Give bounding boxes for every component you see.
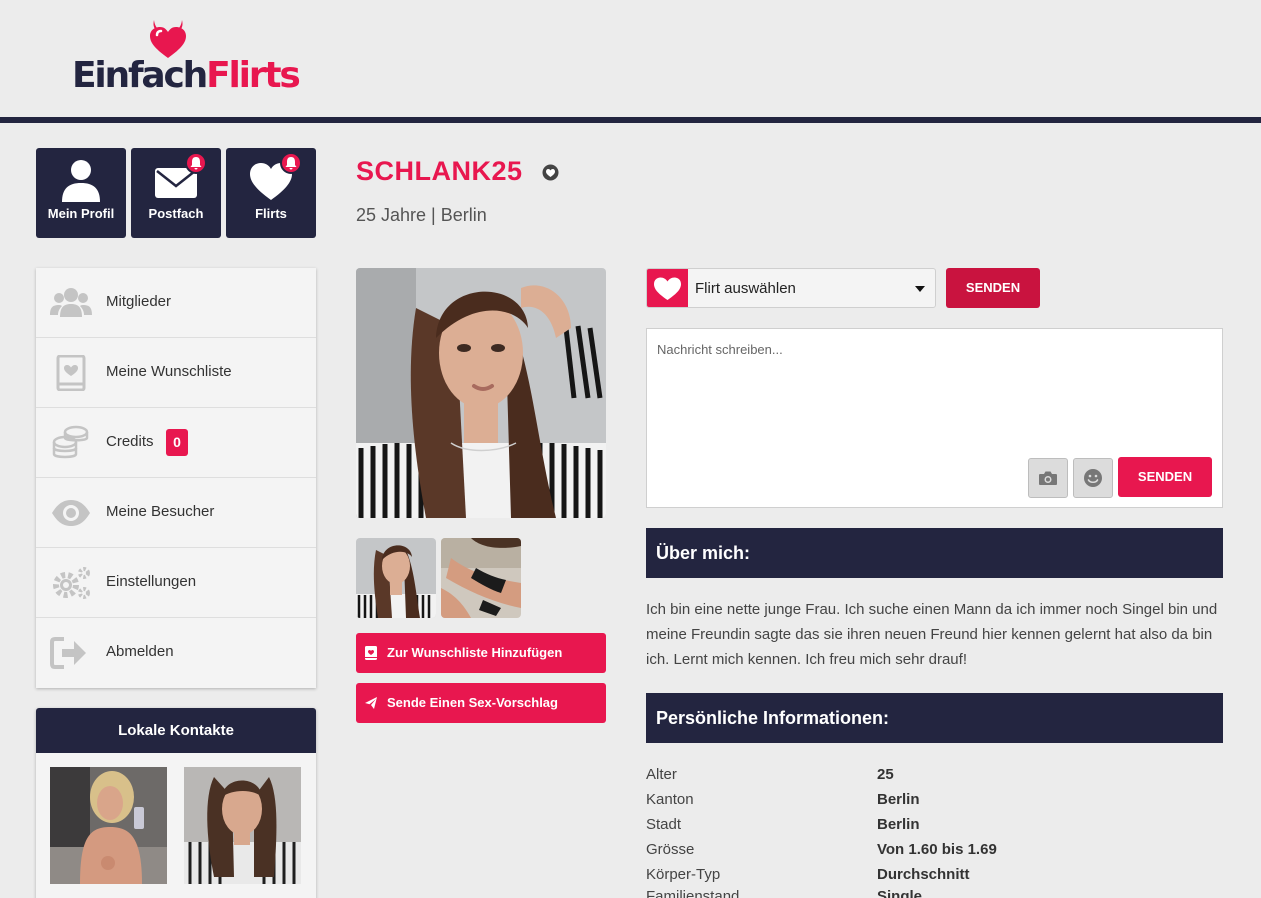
- info-key: Grösse: [646, 841, 695, 858]
- users-icon: [50, 288, 92, 317]
- nav-tile-mein-profil[interactable]: Mein Profil: [36, 148, 126, 238]
- coins-icon: [52, 425, 89, 459]
- devil-heart-logo-icon: [150, 20, 186, 58]
- info-key: Familienstand: [646, 888, 740, 898]
- info-value: 25: [877, 766, 894, 783]
- info-row: Familienstand Single: [646, 884, 1223, 898]
- chevron-down-icon: [915, 286, 925, 292]
- sidebar-item-label: Abmelden: [106, 643, 174, 660]
- camera-icon: [1039, 471, 1057, 485]
- contact-thumbnail[interactable]: [184, 767, 301, 884]
- sidebar-item-label: Meine Besucher: [106, 503, 215, 520]
- user-icon: [62, 160, 100, 202]
- nav-tile-label: Postfach: [148, 206, 204, 221]
- nav-tile-label: Flirts: [255, 206, 287, 221]
- heart-icon: [654, 277, 681, 300]
- sidebar-item-label: Meine Wunschliste: [106, 363, 232, 380]
- flirt-select-dropdown[interactable]: Flirt auswählen: [646, 268, 936, 308]
- smiley-icon: [1084, 469, 1102, 487]
- sidebar-item-besucher[interactable]: Meine Besucher: [36, 478, 316, 548]
- info-key: Kanton: [646, 791, 694, 808]
- local-contacts-title: Lokale Kontakte: [36, 708, 316, 753]
- nav-tile-label: Mein Profil: [47, 206, 115, 221]
- sidebar-item-credits[interactable]: Credits 0: [36, 408, 316, 478]
- send-proposal-button[interactable]: Sende Einen Sex-Vorschlag: [356, 683, 606, 723]
- info-value: Berlin: [877, 791, 920, 808]
- send-proposal-label: Sende Einen Sex-Vorschlag: [387, 695, 558, 710]
- paper-plane-icon: [365, 697, 377, 709]
- favorite-heart-icon[interactable]: [542, 164, 559, 181]
- notification-bell-icon: [280, 152, 302, 174]
- message-textarea[interactable]: Nachricht schreiben... SENDEN: [646, 328, 1223, 508]
- info-value: Single: [877, 888, 923, 898]
- attach-photo-button[interactable]: [1028, 458, 1068, 498]
- logout-icon: [50, 637, 86, 669]
- info-key: Stadt: [646, 816, 682, 833]
- message-send-button[interactable]: SENDEN: [1118, 457, 1212, 497]
- sidebar-menu: Mitglieder Meine Wunschliste Credits 0 M…: [36, 268, 316, 688]
- info-row: Stadt Berlin: [646, 812, 1223, 837]
- info-value: Von 1.60 bis 1.69: [877, 841, 997, 858]
- sidebar-item-mitglieder[interactable]: Mitglieder: [36, 268, 316, 338]
- sidebar-item-abmelden[interactable]: Abmelden: [36, 618, 316, 688]
- sidebar-item-label: Credits: [106, 433, 154, 450]
- profile-photo-thumbnail[interactable]: [356, 538, 436, 618]
- emoji-button[interactable]: [1073, 458, 1113, 498]
- site-logo[interactable]: EinfachFlirts: [72, 18, 302, 98]
- sidebar-item-label: Einstellungen: [106, 573, 197, 590]
- flirt-heart-box: [647, 269, 688, 307]
- wishlist-book-icon: [56, 355, 86, 391]
- profile-age-city: 25 Jahre | Berlin: [356, 205, 487, 225]
- info-value: Berlin: [877, 816, 920, 833]
- local-contacts-panel: Lokale Kontakte: [36, 708, 316, 898]
- nav-tile-flirts[interactable]: Flirts: [226, 148, 316, 238]
- about-section-title: Über mich:: [646, 528, 1223, 578]
- info-row: Alter 25: [646, 762, 1223, 787]
- add-to-wishlist-button[interactable]: Zur Wunschliste Hinzufügen: [356, 633, 606, 673]
- add-to-wishlist-label: Zur Wunschliste Hinzufügen: [387, 645, 563, 660]
- credits-count-badge: 0: [166, 429, 188, 456]
- logo-wordmark: EinfachFlirts: [72, 55, 301, 96]
- message-placeholder: Nachricht schreiben...: [657, 342, 783, 357]
- info-key: Alter: [646, 766, 677, 783]
- sidebar-item-label: Mitglieder: [106, 293, 172, 310]
- sidebar-item-wunschliste[interactable]: Meine Wunschliste: [36, 338, 316, 408]
- notification-bell-icon: [185, 152, 207, 174]
- flirt-select-value: Flirt auswählen: [695, 280, 796, 297]
- profile-photo-thumbnail[interactable]: [441, 538, 521, 618]
- flirt-send-button[interactable]: SENDEN: [946, 268, 1040, 308]
- profile-main-photo[interactable]: [356, 268, 606, 518]
- site-header: EinfachFlirts: [0, 0, 1261, 117]
- sidebar-item-einstellungen[interactable]: Einstellungen: [36, 548, 316, 618]
- gears-icon: [53, 567, 90, 599]
- profile-name: SCHLANK25: [356, 156, 523, 186]
- personal-info-title: Persönliche Informationen:: [646, 693, 1223, 743]
- eye-icon: [52, 500, 90, 526]
- nav-tile-postfach[interactable]: Postfach: [131, 148, 221, 238]
- header-divider: [0, 117, 1261, 123]
- info-row: Grösse Von 1.60 bis 1.69: [646, 837, 1223, 862]
- info-row: Kanton Berlin: [646, 787, 1223, 812]
- bookmark-book-icon: [365, 646, 377, 660]
- contact-thumbnail[interactable]: [50, 767, 167, 884]
- about-text: Ich bin eine nette junge Frau. Ich suche…: [646, 601, 1218, 668]
